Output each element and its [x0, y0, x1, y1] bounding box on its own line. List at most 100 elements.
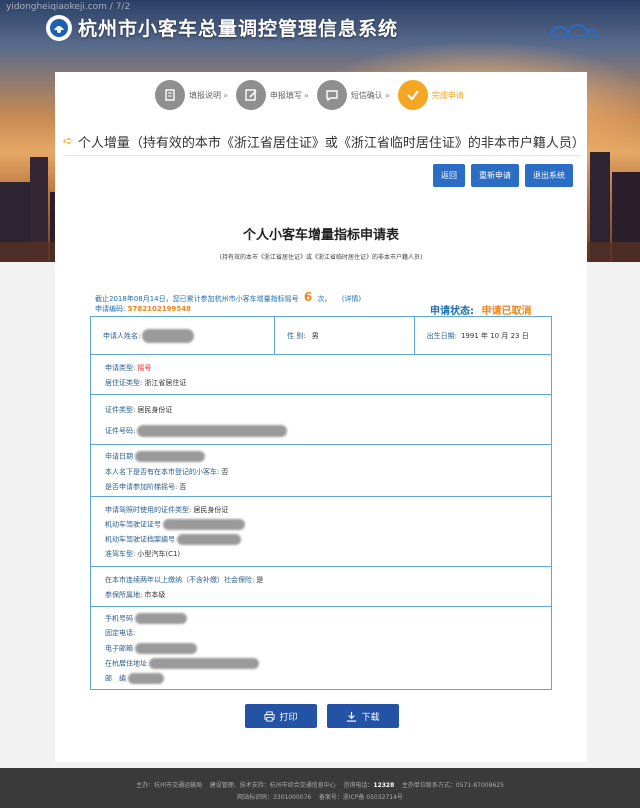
application-table: 申请人姓名: 性 别: 男 出生日期: 1991 年 10 月 23 日 申请类…	[90, 316, 552, 690]
footer-line-2: 网站标识码：3301000076 备案号：浙ICP备 05032714号	[0, 792, 640, 801]
download-icon	[347, 711, 357, 722]
tiered-value: 否	[179, 483, 187, 491]
name-cell: 申请人姓名:	[91, 317, 276, 354]
arrow-right-icon: ➪	[63, 134, 74, 149]
message-icon	[316, 80, 347, 110]
has-car-line: 本人名下是否有在本市登记的小客车: 否	[105, 467, 228, 477]
table-row-contact: 手机号码 固定电话: 电子邮箱 在杭居住地址 邮 编	[91, 607, 551, 689]
step-sms-confirm: 短信确认 »	[316, 80, 390, 110]
license-file-line: 机动车驾驶证档案编号	[105, 534, 241, 545]
insured-place-value: 市本级	[144, 591, 166, 599]
birth-value: 1991 年 10 月 23 日	[460, 331, 529, 340]
lottery-notice: 截止2018年08月14日，您已累计参加杭州市小客车增量指标摇号 6 次。 (详…	[95, 290, 361, 304]
print-button[interactable]: 打印	[245, 704, 317, 728]
details-link[interactable]: (详情)	[342, 295, 361, 303]
license-file-label: 机动车驾驶证档案编号	[105, 535, 175, 544]
id-no-line: 证件号码:	[105, 425, 288, 437]
redacted-apply-date	[135, 451, 205, 462]
license-no-label: 机动车驾驶证证号	[105, 520, 161, 529]
page-footer: 主办：杭州市交通运输局 建设管理、技术支持：杭州市综合交通信息中心 咨询电话：1…	[0, 768, 640, 808]
table-row-apply-date: 申请日期 本人名下是否有在本市登记的小客车: 否 是否申请参加阶梯摇号: 否	[91, 445, 551, 497]
system-logo-icon	[46, 14, 72, 41]
system-title: 杭州市小客车总量调控管理信息系统	[78, 18, 399, 40]
apply-date-label: 申请日期	[105, 452, 133, 461]
step-instructions: 填报说明 »	[155, 80, 228, 110]
license-class-line: 准驾车型: 小型汽车(C1)	[105, 549, 180, 559]
check-icon	[397, 80, 428, 110]
print-icon	[264, 710, 276, 722]
chevron-right-icon: »	[384, 90, 390, 100]
app-no-value: 5782102199548	[127, 305, 191, 313]
download-label: 下载	[361, 712, 380, 723]
step-complete: 完成申请	[397, 80, 464, 110]
form-title: 个人小客车增量指标申请表	[242, 228, 399, 243]
table-row-id: 证件类型: 居民身份证 证件号码:	[91, 395, 551, 445]
insurance-value: 是	[256, 576, 264, 584]
form-subtitle: (持有效的本市《浙江省居住证》或《浙江省临时居住证》的非本市户籍人员)	[219, 254, 423, 261]
redacted-phone	[135, 613, 187, 624]
id-no-label: 证件号码:	[105, 427, 136, 435]
footer-icp[interactable]: 备案号：浙ICP备 05032714号	[319, 794, 403, 801]
landline-label: 固定电话:	[105, 629, 136, 637]
reapply-button[interactable]: 重新申请	[471, 164, 519, 187]
logout-button[interactable]: 退出系统	[525, 164, 573, 187]
tiered-label: 是否申请参加阶梯摇号:	[105, 483, 178, 491]
step-label: 短信确认	[350, 90, 383, 100]
footer-hotline-value: 12328	[373, 782, 395, 789]
footer-contact: 主办单位联系方式：0571-87008625	[401, 782, 504, 789]
chevron-right-icon: »	[223, 90, 228, 100]
redacted-license-number	[163, 519, 245, 530]
lottery-count: 6	[303, 290, 313, 304]
step-label: 填报说明	[189, 90, 221, 100]
footer-site-id: 网站标识码：3301000076	[237, 794, 312, 801]
main-panel: 填报说明 » 申报填写 » 短信确认 » 完成申请 ➪ 个人增量（持有效的本市《…	[55, 72, 587, 762]
id-type-value: 居民身份证	[137, 406, 173, 414]
download-button[interactable]: 下载	[327, 704, 399, 728]
app-no-label: 申请编码:	[95, 305, 126, 313]
has-car-value: 否	[221, 468, 229, 476]
has-car-label: 本人名下是否有在本市登记的小客车:	[105, 468, 220, 476]
tiered-line: 是否申请参加阶梯摇号: 否	[105, 482, 186, 492]
step-fill-form: 申报填写 »	[235, 80, 309, 110]
city-logo-icon	[548, 24, 600, 37]
redacted-postcode	[128, 673, 164, 684]
birth-cell: 出生日期: 1991 年 10 月 23 日	[415, 317, 551, 354]
step-label: 申报填写	[269, 90, 302, 100]
postcode-label: 邮 编	[105, 674, 126, 683]
table-row-license: 申请驾照时使用的证件类型: 居民身份证 机动车驾驶证证号 机动车驾驶证档案编号 准…	[91, 497, 551, 567]
redacted-id-number	[137, 425, 288, 437]
postcode-line: 邮 编	[105, 673, 164, 684]
license-class-value: 小型汽车(C1)	[137, 550, 181, 558]
application-number: 申请编码: 5782102199548	[95, 304, 191, 314]
email-label: 电子邮箱	[105, 644, 133, 653]
redacted-address	[149, 658, 259, 669]
table-row-identity: 申请人姓名: 性 别: 男 出生日期: 1991 年 10 月 23 日	[91, 317, 551, 355]
license-id-type-line: 申请驾照时使用的证件类型: 居民身份证	[105, 505, 228, 515]
footer-host: 主办：杭州市交通运输局	[136, 782, 203, 789]
license-id-type-label: 申请驾照时使用的证件类型:	[105, 506, 192, 514]
insurance-label: 在本市连续两年以上缴纳（不含补缴）社会保险:	[105, 576, 255, 584]
notice-suffix: 次。	[317, 295, 332, 303]
phone-label: 手机号码	[105, 614, 133, 623]
apply-type-value: 摇号	[137, 364, 152, 372]
redacted-email	[135, 643, 197, 654]
insurance-line: 在本市连续两年以上缴纳（不含补缴）社会保险: 是	[105, 575, 263, 585]
redacted-name	[142, 328, 195, 343]
license-class-label: 准驾车型:	[105, 550, 136, 558]
residence-type-value: 浙江省居住证	[144, 379, 187, 387]
document-icon	[155, 80, 185, 110]
insured-place-label: 参保所属地:	[105, 591, 143, 599]
apply-date-line: 申请日期	[105, 451, 205, 462]
watermark: yidongheiqiaokeji.com / 7/2	[6, 2, 131, 12]
id-type-line: 证件类型: 居民身份证	[105, 405, 172, 415]
address-line: 在杭居住地址	[105, 658, 259, 669]
redacted-license-file	[177, 534, 241, 545]
back-button[interactable]: 返回	[433, 164, 465, 187]
id-type-label: 证件类型:	[105, 406, 136, 414]
notice-prefix: 截止2018年08月14日，您已累计参加杭州市小客车增量指标摇号	[95, 295, 299, 303]
application-status: 申请状态: 申请已取消	[430, 302, 531, 317]
action-buttons: 打印 下载	[245, 704, 399, 728]
residence-type-label: 居住证类型:	[105, 379, 143, 387]
footer-builder: 建设管理、技术支持：杭州市综合交通信息中心	[209, 782, 336, 789]
apply-type-label: 申请类型:	[105, 364, 136, 372]
